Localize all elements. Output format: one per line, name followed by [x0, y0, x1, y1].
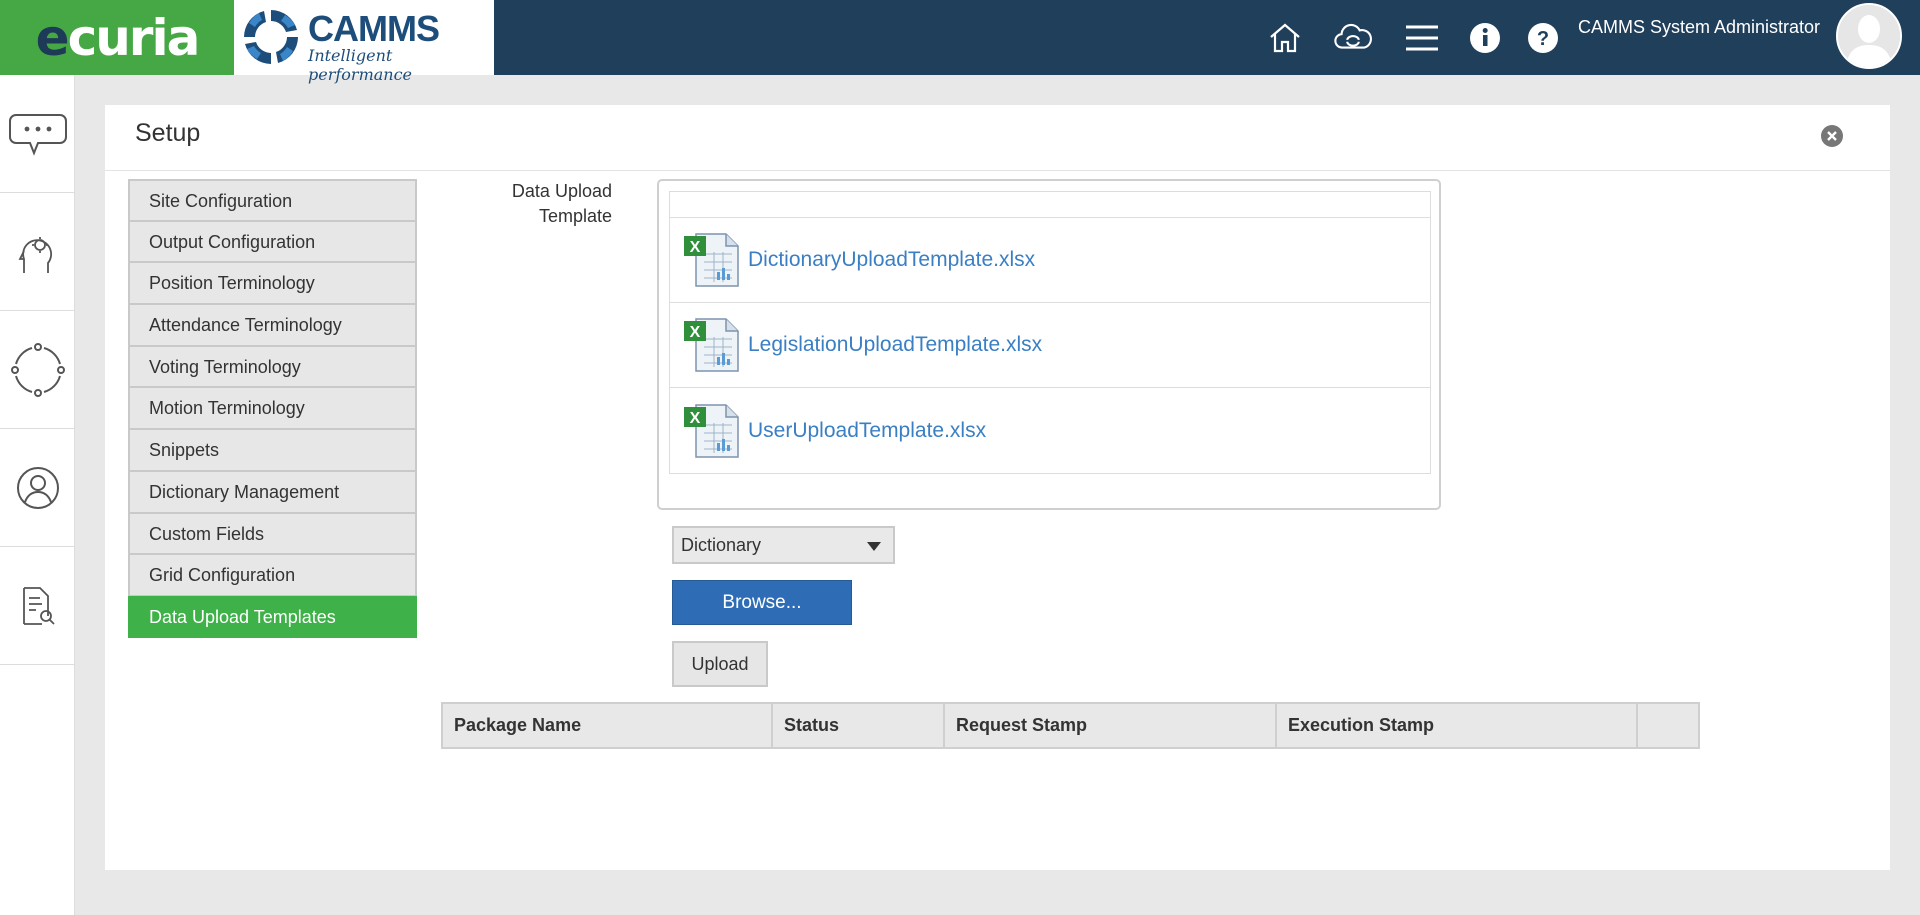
- list-item: X DictionaryUploadTemplate.xlsx: [670, 218, 1430, 303]
- svg-text:X: X: [690, 324, 701, 341]
- close-icon[interactable]: [1821, 125, 1843, 147]
- cycle-icon[interactable]: [0, 311, 75, 429]
- template-file-list: X DictionaryUploadTemplate.xlsx X Legisl…: [669, 191, 1431, 474]
- template-type-select[interactable]: Dictionary: [672, 526, 895, 564]
- document-search-icon[interactable]: [0, 547, 75, 665]
- template-label-line2: Template: [538, 206, 612, 226]
- setup-item-grid-configuration[interactable]: Grid Configuration: [128, 554, 417, 596]
- home-icon[interactable]: [1265, 18, 1305, 58]
- setup-item-dictionary-management[interactable]: Dictionary Management: [128, 470, 417, 513]
- avatar[interactable]: [1836, 3, 1902, 69]
- ecuria-logo[interactable]: ecuria: [0, 0, 234, 75]
- chevron-down-icon: [867, 542, 881, 551]
- help-icon[interactable]: ?: [1523, 18, 1563, 58]
- user-icon[interactable]: [0, 429, 75, 547]
- camms-tagline: Intelligent performance: [308, 46, 413, 84]
- settings-brain-icon[interactable]: [0, 193, 75, 311]
- legislation-template-link[interactable]: LegislationUploadTemplate.xlsx: [748, 333, 1042, 357]
- template-label-line1: Data Upload: [511, 181, 612, 201]
- header-divider: [105, 170, 1890, 171]
- setup-item-motion-terminology[interactable]: Motion Terminology: [128, 387, 417, 430]
- svg-text:X: X: [690, 410, 701, 427]
- browse-button[interactable]: Browse...: [672, 580, 852, 625]
- camms-logo[interactable]: CAMMS Intelligent performance: [234, 0, 494, 84]
- setup-item-output-configuration[interactable]: Output Configuration: [128, 220, 417, 263]
- icon-sidebar: [0, 75, 75, 915]
- column-header-actions: [1638, 704, 1698, 747]
- setup-item-site-configuration[interactable]: Site Configuration: [128, 179, 417, 221]
- user-template-link[interactable]: UserUploadTemplate.xlsx: [748, 419, 986, 443]
- packages-grid-header: Package Name Status Request Stamp Execut…: [441, 702, 1700, 749]
- setup-item-data-upload-templates[interactable]: Data Upload Templates: [128, 595, 417, 638]
- template-files-box: X DictionaryUploadTemplate.xlsx X Legisl…: [657, 179, 1441, 510]
- column-header-request-stamp[interactable]: Request Stamp: [945, 704, 1277, 747]
- excel-file-icon: X: [684, 318, 739, 372]
- excel-file-icon: X: [684, 233, 739, 287]
- column-header-status[interactable]: Status: [773, 704, 945, 747]
- template-type-select-value: Dictionary: [681, 535, 762, 555]
- cloud-sync-icon[interactable]: [1333, 18, 1373, 58]
- chat-icon[interactable]: [0, 75, 75, 193]
- info-icon[interactable]: [1465, 18, 1505, 58]
- column-header-package-name[interactable]: Package Name: [443, 704, 773, 747]
- upload-button[interactable]: Upload: [672, 641, 768, 687]
- excel-file-icon: X: [684, 403, 739, 458]
- camms-brand-text: CAMMS: [308, 8, 440, 49]
- dictionary-template-link[interactable]: DictionaryUploadTemplate.xlsx: [748, 248, 1035, 272]
- page-title: Setup: [135, 119, 201, 147]
- column-header-execution-stamp[interactable]: Execution Stamp: [1277, 704, 1638, 747]
- setup-item-voting-terminology[interactable]: Voting Terminology: [128, 345, 417, 388]
- svg-text:X: X: [690, 239, 701, 256]
- setup-menu: Site Configuration Output Configuration …: [128, 179, 417, 638]
- list-item: X UserUploadTemplate.xlsx: [670, 388, 1430, 473]
- svg-text:?: ?: [1537, 28, 1549, 50]
- user-name[interactable]: CAMMS System Administrator: [1578, 17, 1820, 38]
- setup-item-attendance-terminology[interactable]: Attendance Terminology: [128, 304, 417, 346]
- setup-item-position-terminology[interactable]: Position Terminology: [128, 262, 417, 305]
- template-label: Data Upload Template: [470, 179, 612, 229]
- template-list-header: [670, 192, 1430, 218]
- setup-item-snippets[interactable]: Snippets: [128, 429, 417, 471]
- top-bar: ecuria CAMMS Intelligent performance ? C…: [0, 0, 1920, 84]
- setup-item-custom-fields[interactable]: Custom Fields: [128, 512, 417, 555]
- camms-swirl-icon: [242, 8, 300, 66]
- ecuria-logo-text: ecuria: [35, 8, 201, 67]
- list-item: X LegislationUploadTemplate.xlsx: [670, 303, 1430, 388]
- menu-icon[interactable]: [1402, 18, 1442, 58]
